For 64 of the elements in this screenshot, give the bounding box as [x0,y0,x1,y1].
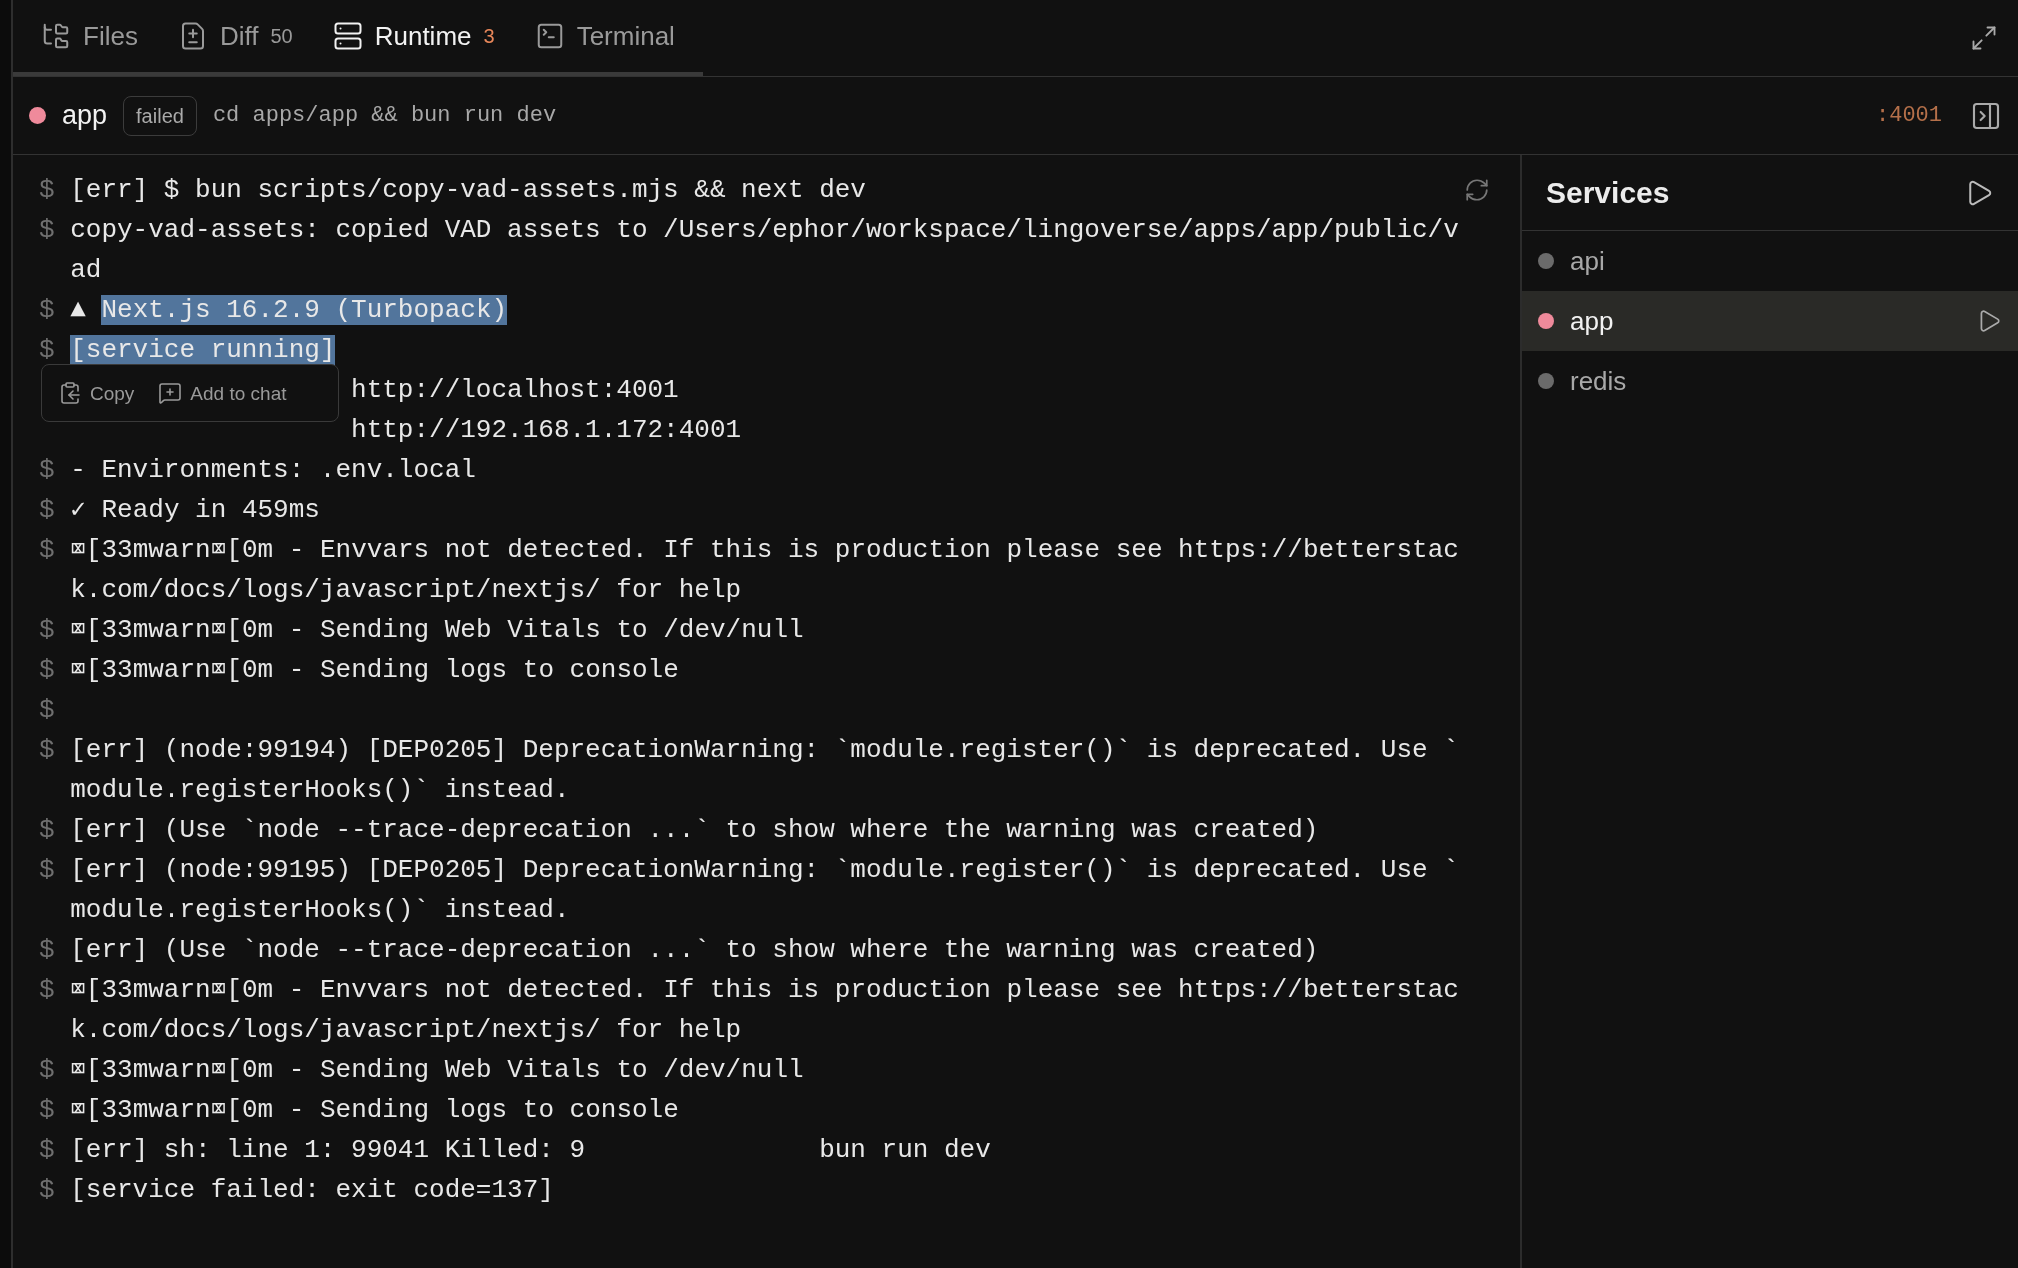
service-name: app [62,99,108,133]
prompt-symbol: $ [39,454,56,487]
prompt-symbol: $ [39,614,56,647]
prompt-symbol: $ [39,734,56,767]
status-badge: failed [123,95,197,136]
log-line: [err] $ bun scripts/copy-vad-assets.mjs && next dev [70,175,866,205]
prompt-symbol: $ [39,334,56,367]
service-item[interactable]: app [1522,291,2018,351]
prompt-symbol: $ [39,814,56,847]
prompt-symbol: $ [39,1174,56,1207]
prompt-symbol: $ [39,854,56,887]
service-item[interactable]: redis [1522,351,2018,411]
prompt-symbol: $ [39,1134,56,1167]
prompt-symbol: $ [39,1054,56,1087]
prompt-symbol: $ [39,294,56,327]
folder-tree-icon [41,21,71,51]
prompt-symbol: $ [39,174,56,207]
prompt-symbol: $ [39,974,56,1007]
tab[interactable]: Terminal [518,0,691,72]
count-label: 3 [483,24,495,49]
log-line: ⌧[33mwarn⌧[0m - Envvars not detected. If this is production please see https://betterstack.com/docs/logs/javascript/nextjs/ for help [70,535,1459,605]
service-name: api [1570,244,1605,278]
clipboard-icon [58,381,82,405]
log-line: ⌧[33mwarn⌧[0m - Sending Web Vitals to /dev/null [70,615,804,645]
service-name: app [1570,304,1614,338]
count-label: 50 [270,24,293,49]
tab[interactable]: Files [25,0,154,72]
prompt-symbol: $ [39,934,56,967]
service-item[interactable]: api [1522,231,2018,291]
log-line: [err] (Use `node --trace-deprecation ...` to show where the warning was created) [70,935,1319,965]
refresh-icon[interactable] [1464,177,1490,203]
command-text: cd apps/app && bun run dev [212,102,557,130]
service-name: redis [1570,364,1627,398]
expand-icon[interactable] [1970,24,1998,52]
prompt-symbol: $ [39,534,56,567]
message-plus-icon [158,381,183,405]
log-line: [err] (node:99194) [DEP0205] DeprecationWarning: `module.register()` is deprecated. Use `module.registerHooks()` instead. [70,735,1459,805]
prompt-symbol: $ [39,494,56,527]
log-line: [err] sh: line 1: 99041 Killed: 9 bun run dev [70,1135,991,1165]
prompt-symbol: $ [39,654,56,687]
server-icon [332,21,363,51]
log-line: [service failed: exit code=137] [70,1175,554,1205]
line-marker: ✓ [70,495,86,525]
line-marker: ▲ [70,295,86,325]
log-line: ⌧[33mwarn⌧[0m - Envvars not detected. If this is production please see https://betterstack.com/docs/logs/javascript/nextjs/ for help [70,975,1459,1045]
log-line: Ready in 459ms [101,495,320,525]
log-line: ⌧[33mwarn⌧[0m - Sending logs to console [70,1095,679,1125]
tab[interactable]: Diff 50 [161,0,309,72]
log-line: [err] (node:99195) [DEP0205] DeprecationWarning: `module.register()` is deprecated. Use `module.registerHooks()` instead. [70,855,1459,925]
menu-item[interactable]: Add to chat [158,381,287,405]
tab[interactable]: Runtime 3 [316,0,511,72]
port-label: :4001 [1876,102,1942,130]
prompt-symbol: $ [39,694,56,727]
prompt-symbol: $ [39,1094,56,1127]
log-line: ⌧[33mwarn⌧[0m - Sending logs to console [70,655,679,685]
log-line: [err] (Use `node --trace-deprecation ...` to show where the warning was created) [70,815,1319,845]
log-line: http://localhost:4001 [351,375,679,405]
panel-title: Services [1546,175,1670,211]
log-line: - Environments: .env.local [70,455,476,485]
menu-item[interactable]: Copy [58,381,135,405]
prompt-symbol: $ [39,214,56,247]
log-line: http://192.168.1.172:4001 [351,415,742,445]
log-line: copy-vad-assets: copied VAD assets to /Users/ephor/workspace/lingoverse/apps/app/public/vad [70,215,1459,285]
log-line: ⌧[33mwarn⌧[0m - Sending Web Vitals to /dev/null [70,1055,804,1085]
